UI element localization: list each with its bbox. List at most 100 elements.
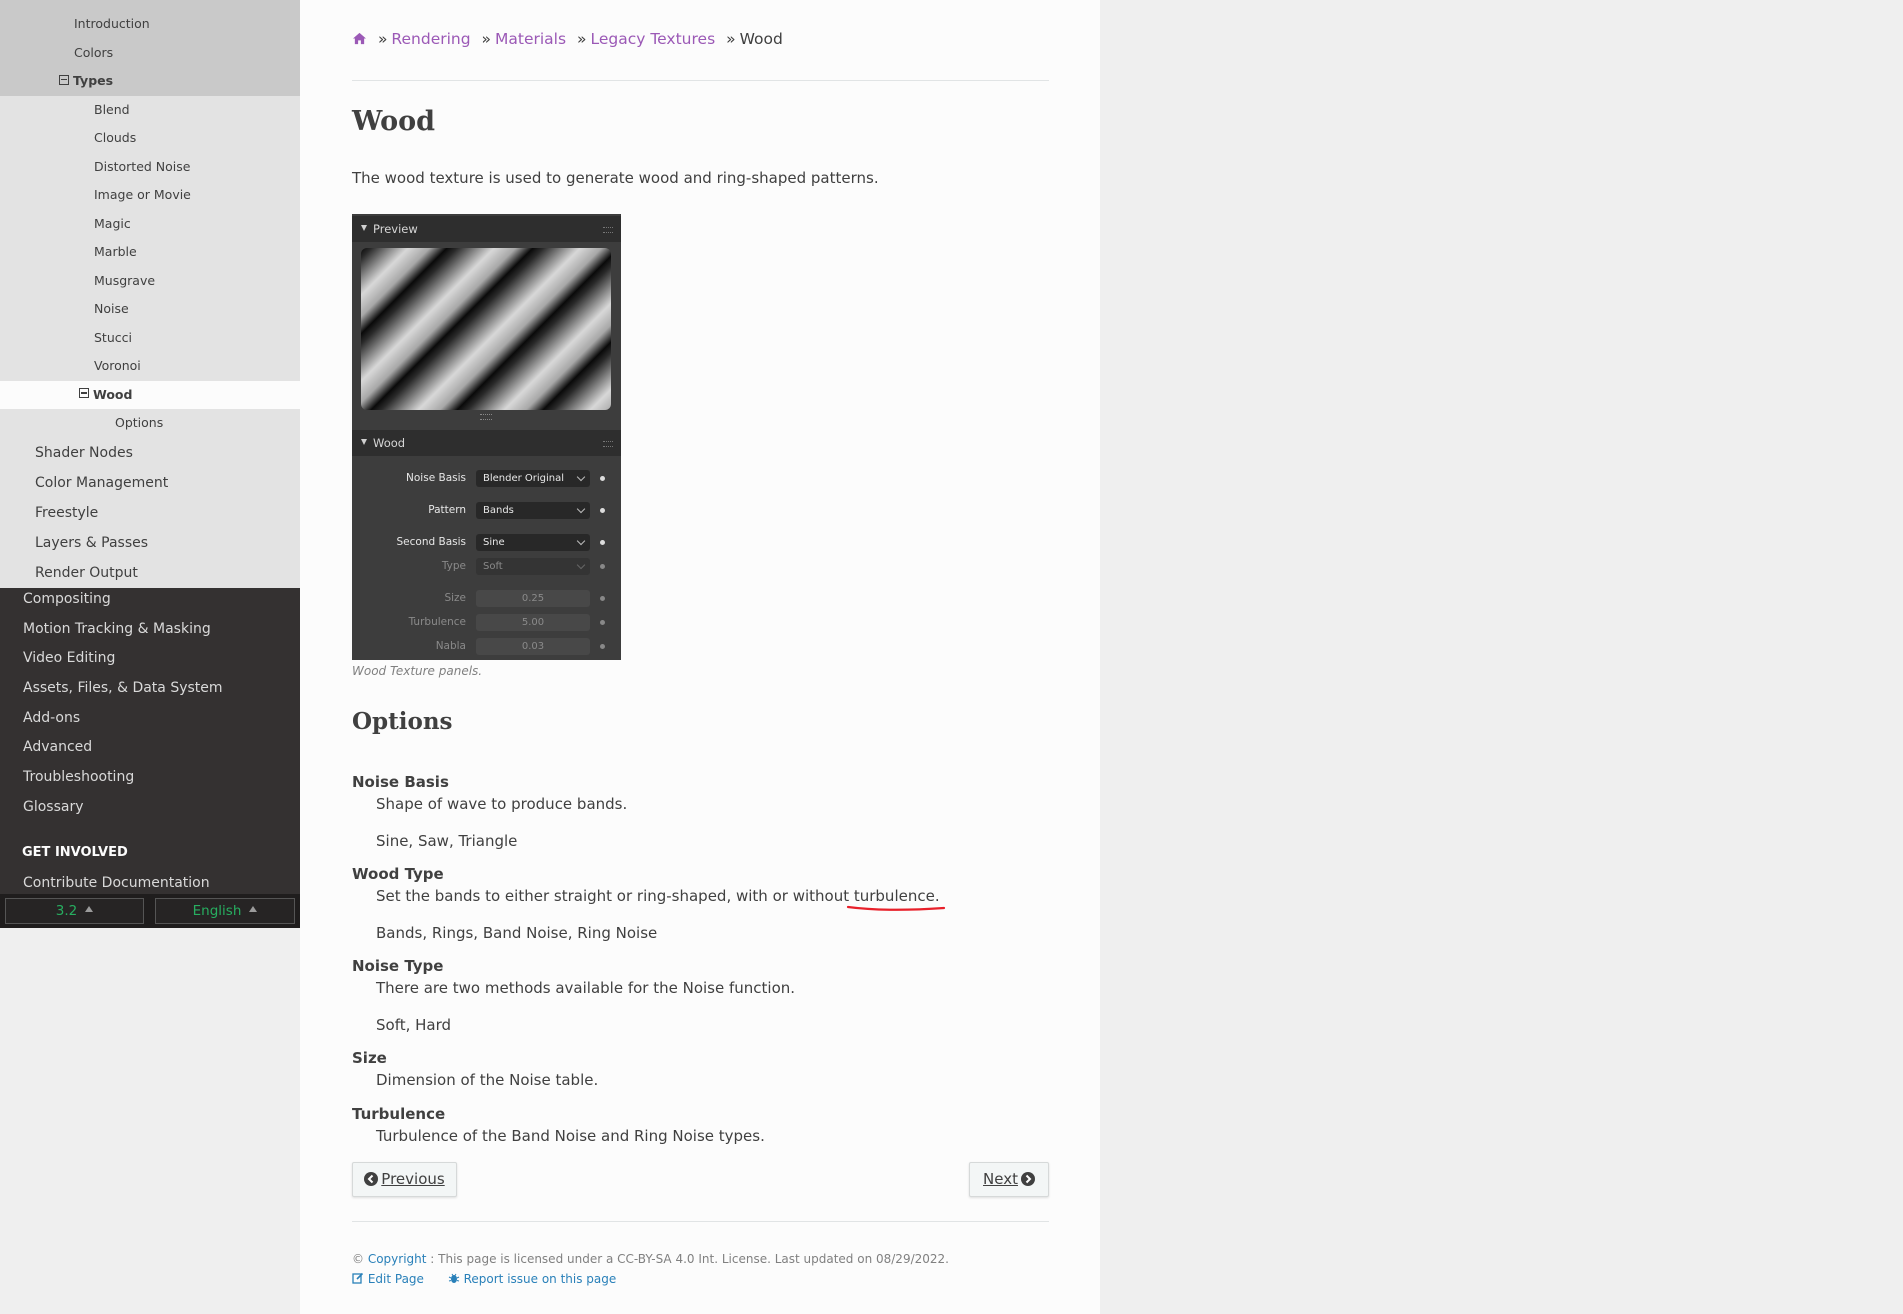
- sidebar-item-label: Freestyle: [35, 504, 99, 521]
- sidebar-item-distorted-noise[interactable]: Distorted Noise: [0, 152, 300, 181]
- sidebar-item-marble[interactable]: Marble: [0, 238, 300, 267]
- bug-icon: [448, 1273, 459, 1283]
- sidebar-item-wood[interactable]: Wood: [0, 380, 300, 409]
- sidebar-item-assets-files-data-system[interactable]: Assets, Files, & Data System: [0, 674, 300, 704]
- resize-grip-icon[interactable]: [480, 414, 492, 420]
- sidebar-item-introduction[interactable]: Introduction: [0, 10, 300, 39]
- option-term-noise-basis: Noise Basis: [352, 773, 449, 791]
- nabla-number-field[interactable]: 0.03: [476, 638, 590, 655]
- sidebar-item-compositing[interactable]: Compositing: [0, 585, 300, 615]
- property-row-noise-basis: Noise Basis Blender Original: [352, 470, 621, 488]
- sidebar-item-shader-nodes[interactable]: Shader Nodes: [0, 437, 300, 468]
- grip-icon: [603, 441, 613, 447]
- report-issue-link[interactable]: Report issue on this page: [448, 1272, 616, 1286]
- version-value: 3.2: [55, 903, 78, 919]
- sidebar-item-label: Introduction: [74, 16, 150, 31]
- type-dropdown[interactable]: Soft: [476, 558, 590, 575]
- breadcrumb-separator: »: [576, 30, 587, 48]
- sidebar-item-video-editing[interactable]: Video Editing: [0, 644, 300, 674]
- sidebar-item-freestyle[interactable]: Freestyle: [0, 497, 300, 528]
- description-text: Set the bands to either straight or ring…: [376, 887, 854, 905]
- content-area: » Rendering » Materials » Legacy Textures »…: [300, 0, 1100, 1314]
- sidebar-item-noise[interactable]: Noise: [0, 295, 300, 324]
- sidebar-item-glossary[interactable]: Glossary: [0, 793, 300, 823]
- sidebar-item-magic[interactable]: Magic: [0, 209, 300, 238]
- keyframe-dot-icon[interactable]: [600, 564, 605, 569]
- sidebar-item-layers-passes[interactable]: Layers & Passes: [0, 527, 300, 558]
- keyframe-dot-icon[interactable]: [600, 620, 605, 625]
- sidebar-item-image-or-movie[interactable]: Image or Movie: [0, 181, 300, 210]
- option-description-noise-basis: Shape of wave to produce bands.: [376, 795, 628, 813]
- keyframe-dot-icon[interactable]: [600, 644, 605, 649]
- sidebar-item-types[interactable]: Types: [0, 67, 300, 96]
- size-number-field[interactable]: 0.25: [476, 590, 590, 607]
- version-selector[interactable]: 3.2: [5, 898, 144, 924]
- breadcrumb-separator: »: [377, 30, 388, 48]
- sidebar-item-stucci[interactable]: Stucci: [0, 323, 300, 352]
- sidebar-item-add-ons[interactable]: Add-ons: [0, 704, 300, 734]
- property-value: Blender Original: [483, 473, 565, 484]
- sidebar-item-voronoi[interactable]: Voronoi: [0, 352, 300, 381]
- sidebar-item-label: Render Output: [35, 564, 138, 581]
- sidebar-item-musgrave[interactable]: Musgrave: [0, 266, 300, 295]
- sidebar-item-advanced[interactable]: Advanced: [0, 733, 300, 763]
- intro-paragraph: The wood texture is used to generate woo…: [352, 169, 879, 187]
- page-title: Wood: [352, 106, 436, 137]
- caret-up-icon: [85, 906, 94, 912]
- option-description-turbulence: Turbulence of the Band Noise and Ring No…: [376, 1127, 765, 1145]
- sidebar-item-troubleshooting[interactable]: Troubleshooting: [0, 763, 300, 793]
- copyright-link[interactable]: Copyright: [368, 1252, 427, 1266]
- sidebar-item-motion-tracking-masking[interactable]: Motion Tracking & Masking: [0, 615, 300, 645]
- breadcrumb-legacy-textures[interactable]: Legacy Textures: [590, 30, 715, 48]
- breadcrumb-materials[interactable]: Materials: [495, 30, 566, 48]
- pattern-dropdown[interactable]: Bands: [476, 502, 590, 519]
- option-description-size: Dimension of the Noise table.: [376, 1071, 599, 1089]
- options-heading: Options: [352, 708, 453, 735]
- disclosure-triangle-icon: [361, 225, 367, 231]
- keyframe-dot-icon[interactable]: [600, 476, 605, 481]
- second-basis-dropdown[interactable]: Sine: [476, 534, 590, 551]
- footer-divider: [352, 1221, 1049, 1222]
- sidebar-item-label: Stucci: [94, 329, 132, 345]
- nav-tree: Introduction Colors Types Blend Clouds Distor…: [0, 10, 300, 588]
- keyframe-dot-icon[interactable]: [600, 596, 605, 601]
- sidebar-item-blend[interactable]: Blend: [0, 95, 300, 124]
- property-value: 5.00: [521, 617, 545, 628]
- sidebar-item-label: Colors: [74, 44, 114, 60]
- sidebar-item-label: Clouds: [94, 130, 137, 145]
- sidebar-item-clouds[interactable]: Clouds: [0, 124, 300, 153]
- previous-button[interactable]: Previous: [352, 1162, 457, 1197]
- collapse-toggle-icon[interactable]: [59, 74, 69, 85]
- language-selector[interactable]: English: [155, 898, 295, 924]
- sidebar-item-label: Layers & Passes: [35, 534, 149, 551]
- collapse-toggle-icon[interactable]: [79, 388, 89, 398]
- property-value: Soft: [483, 561, 503, 572]
- annotated-word: turbulence.: [846, 887, 945, 911]
- home-icon[interactable]: [352, 32, 367, 45]
- next-button[interactable]: Next: [969, 1162, 1049, 1197]
- option-term-size: Size: [352, 1049, 387, 1067]
- option-term-wood-type: Wood Type: [352, 865, 444, 883]
- property-row-turbulence: Turbulence 5.00: [352, 614, 621, 632]
- sidebar-item-colors[interactable]: Colors: [0, 38, 300, 67]
- option-values-wood-type: Bands, Rings, Band Noise, Ring Noise: [376, 924, 658, 942]
- next-label: Next: [983, 1170, 1018, 1188]
- noise-basis-dropdown[interactable]: Blender Original: [476, 470, 590, 487]
- sidebar-item-label: Magic: [94, 215, 131, 231]
- sidebar-item-color-management[interactable]: Color Management: [0, 467, 300, 498]
- option-values-noise-basis: Sine, Saw, Triangle: [376, 832, 518, 850]
- sidebar-item-label: Options: [115, 415, 164, 430]
- keyframe-dot-icon[interactable]: [600, 540, 605, 545]
- property-row-pattern: Pattern Bands: [352, 502, 621, 520]
- property-value: Sine: [483, 537, 505, 548]
- breadcrumb-rendering[interactable]: Rendering: [391, 30, 470, 48]
- turbulence-number-field[interactable]: 5.00: [476, 614, 590, 631]
- language-value: English: [192, 903, 242, 919]
- sidebar-item-render-output[interactable]: Render Output: [0, 557, 300, 588]
- header-divider: [352, 80, 1049, 81]
- sidebar-item-label: Distorted Noise: [94, 158, 191, 174]
- sidebar-item-options[interactable]: Options: [0, 409, 300, 438]
- edit-page-link[interactable]: Edit Page: [352, 1272, 424, 1286]
- breadcrumb-separator: »: [726, 30, 736, 48]
- keyframe-dot-icon[interactable]: [600, 508, 605, 513]
